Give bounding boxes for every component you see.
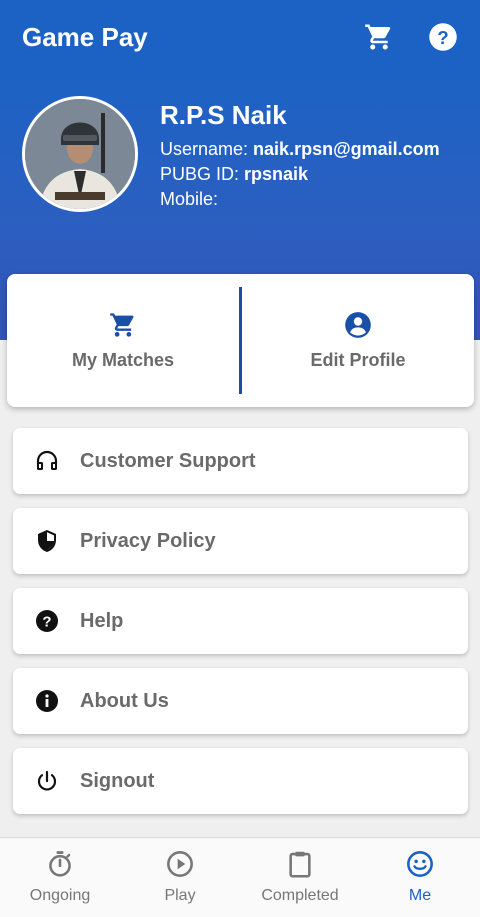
menu-item-label: Privacy Policy — [80, 529, 216, 552]
nav-item-ongoing[interactable]: Ongoing — [0, 838, 120, 917]
menu-item-customer-support[interactable]: Customer Support — [13, 428, 468, 494]
pubg-id-row: PUBG ID: rpsnaik — [160, 162, 440, 187]
pubg-id-value: rpsnaik — [244, 164, 309, 184]
shield-icon — [35, 529, 59, 553]
quick-actions-card: My Matches Edit Profile — [7, 274, 474, 407]
cart-icon[interactable] — [364, 22, 394, 52]
menu-item-label: Customer Support — [80, 449, 256, 472]
profile-name: R.P.S Naik — [160, 100, 287, 130]
menu-item-privacy-policy[interactable]: Privacy Policy — [13, 508, 468, 574]
svg-text:?: ? — [42, 614, 51, 631]
menu-item-label: About Us — [80, 689, 169, 712]
info-icon — [35, 689, 59, 713]
headset-icon — [35, 449, 59, 473]
menu-item-label: Help — [80, 609, 124, 632]
edit-profile-label: Edit Profile — [310, 349, 406, 370]
my-matches-label: My Matches — [71, 349, 175, 370]
app-bar: Game Pay ? — [0, 0, 480, 74]
mobile-row: Mobile: — [160, 187, 440, 212]
username-value: naik.rpsn@gmail.com — [253, 139, 440, 159]
username-label: Username: — [160, 139, 254, 159]
pubg-id-label: PUBG ID: — [160, 164, 245, 184]
settings-menu: Customer Support Privacy Policy ? Help A… — [13, 428, 468, 828]
help-circle-icon: ? — [35, 609, 59, 633]
svg-text:?: ? — [437, 27, 448, 48]
nav-label: Completed — [261, 887, 339, 904]
menu-item-label: Signout — [80, 769, 155, 792]
app-title: Game Pay — [22, 21, 148, 52]
mobile-label: Mobile: — [160, 189, 219, 209]
account-circle-icon — [344, 311, 372, 344]
nav-item-me[interactable]: Me — [360, 838, 480, 917]
help-icon[interactable]: ? — [428, 22, 458, 52]
cart-icon — [109, 311, 137, 344]
nav-item-completed[interactable]: Completed — [240, 838, 360, 917]
menu-item-signout[interactable]: Signout — [13, 748, 468, 814]
bottom-nav: Ongoing Play Completed Me — [0, 837, 480, 917]
menu-item-help[interactable]: ? Help — [13, 588, 468, 654]
clipboard-icon — [286, 850, 314, 883]
my-matches-button[interactable]: My Matches — [7, 274, 239, 407]
nav-label: Ongoing — [29, 887, 91, 904]
nav-item-play[interactable]: Play — [120, 838, 240, 917]
nav-label: Me — [408, 887, 432, 904]
profile-info: R.P.S Naik Username: naik.rpsn@gmail.com… — [160, 100, 440, 212]
nav-label: Play — [164, 887, 196, 904]
timer-icon — [46, 850, 74, 883]
power-icon — [35, 769, 59, 793]
app-bar-actions: ? — [364, 22, 458, 52]
avatar — [22, 96, 138, 212]
edit-profile-button[interactable]: Edit Profile — [242, 274, 474, 407]
menu-item-about-us[interactable]: About Us — [13, 668, 468, 734]
smiley-icon — [406, 850, 434, 883]
username-row: Username: naik.rpsn@gmail.com — [160, 137, 440, 162]
play-circle-icon — [166, 850, 194, 883]
